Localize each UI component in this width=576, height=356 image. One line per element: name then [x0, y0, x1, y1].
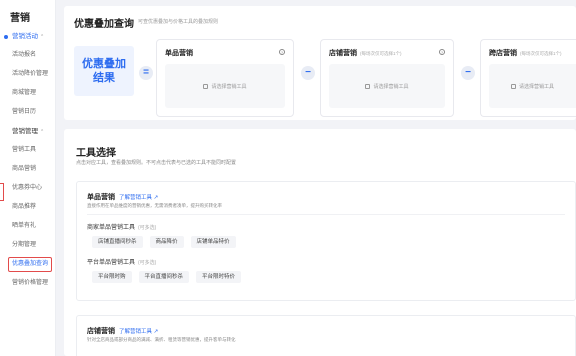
tool-group-title: 店铺营销 了解营销工具 ↗	[87, 328, 159, 335]
chevron-up-icon: ⌃	[40, 34, 45, 40]
main-content: 优惠叠加查询 可查优惠叠加与价格工具的叠加规则 优惠叠加 结果 = 单品营销 ?…	[64, 0, 576, 356]
checkbox-icon	[510, 84, 516, 89]
checkbox-icon	[365, 84, 371, 89]
page-description: 可查优惠叠加与价格工具的叠加规则	[138, 19, 219, 25]
sidebar-item-product-marketing[interactable]: 商品营销	[0, 160, 55, 179]
slot-single-product: 单品营销 ? 请选择营销工具	[156, 39, 294, 117]
chevron-up-icon: ⌃	[40, 129, 45, 135]
result-label-line2: 结果	[93, 72, 115, 84]
sidebar-group-marketing-mgmt[interactable]: 营销管理 ⌃	[0, 122, 55, 141]
slot-title: 店铺营销 (每场次仅可选择1个)	[329, 50, 402, 57]
select-tool-button[interactable]: 请选择营销工具	[165, 64, 285, 108]
stack-query-card: 优惠叠加查询 可查优惠叠加与价格工具的叠加规则 优惠叠加 结果 = 单品营销 ?…	[64, 6, 576, 120]
sidebar-item-discount-stack-query[interactable]: 优惠叠加查询	[8, 257, 52, 272]
slot-store-marketing: 店铺营销 (每场次仅可选择1个) ? 请选择营销工具	[320, 39, 454, 117]
sidebar-item-activity-signup[interactable]: 活动报名	[0, 46, 55, 65]
sidebar-item-marketing-price-mgmt[interactable]: 营销价格管理	[0, 274, 55, 293]
tool-chip[interactable]: 平台直播间秒杀	[138, 271, 190, 283]
tool-group-single-product: 单品营销 了解营销工具 ↗ 直接作用在单品维度的营销优惠，无需消费者凑单，提升购买…	[76, 181, 576, 301]
sidebar-item-mall-mgmt[interactable]: 商城管理	[0, 84, 55, 103]
help-icon[interactable]: ?	[279, 49, 285, 55]
tool-chip[interactable]: 平台限时购	[92, 271, 132, 283]
tool-chip[interactable]: 店铺直播间秒杀	[92, 236, 143, 248]
sidebar-item-product-recommend[interactable]: 商品推荐	[0, 198, 55, 217]
tool-group-description: 直接作用在单品维度的营销优惠，无需消费者凑单，提升购买转化率	[87, 203, 222, 208]
tool-chip[interactable]: 平台限时特价	[196, 271, 242, 283]
sidebar-title: 营销	[10, 13, 30, 24]
tool-group-store-marketing: 店铺营销 了解营销工具 ↗ 针对全店商品或部分商品的满减、满折、租赁等营销优惠，提…	[76, 315, 576, 356]
tool-selection-card: 工具选择 点击对应工具，查看叠加规则。不可点击代表与已选的工具不能同时配置 单品…	[64, 129, 576, 356]
slot-cross-store-marketing: 跨店营销 (每场次仅可选择1个) 请选择营销工具	[480, 39, 576, 117]
external-link-icon: ↗	[153, 329, 159, 335]
learn-tools-link[interactable]: 了解营销工具 ↗	[119, 329, 158, 335]
highlight-marker	[0, 183, 4, 201]
checkbox-icon	[203, 84, 209, 89]
sidebar-item-coupon-center[interactable]: 优惠券中心	[0, 179, 55, 198]
sidebar-item-review-gift[interactable]: 晒单有礼	[0, 217, 55, 236]
stack-result-box: 优惠叠加 结果	[74, 46, 134, 96]
platform-tool-chips: 平台限时购 平台直播间秒杀 平台限时特价	[92, 271, 242, 283]
select-tool-button[interactable]: 请选择营销工具	[489, 64, 576, 108]
sidebar-item-activity-price-mgmt[interactable]: 活动降价管理	[0, 65, 55, 84]
sidebar-item-installment[interactable]: 分期管理	[0, 236, 55, 255]
learn-tools-link[interactable]: 了解营销工具 ↗	[119, 195, 158, 201]
tool-group-title: 单品营销 了解营销工具 ↗	[87, 194, 159, 201]
sidebar-group-marketing-activity[interactable]: 营销活动 ⌃	[0, 27, 55, 46]
page-title: 优惠叠加查询	[74, 19, 134, 30]
sidebar: 营销 营销活动 ⌃ 活动报名 活动降价管理 商城管理 营销日历 营销管理 ⌃ 营销工…	[0, 0, 56, 356]
platform-tools-label: 平台单品营销工具 (可多选)	[87, 260, 157, 266]
help-icon[interactable]: ?	[439, 49, 445, 55]
sidebar-item-marketing-tools[interactable]: 营销工具	[0, 141, 55, 160]
slot-title: 跨店营销 (每场次仅可选择1个)	[489, 50, 562, 57]
select-tool-button[interactable]: 请选择营销工具	[329, 64, 445, 108]
sidebar-item-marketing-calendar[interactable]: 营销日历	[0, 103, 55, 122]
result-label-line1: 优惠叠加	[82, 58, 126, 70]
section-title: 工具选择	[76, 148, 116, 159]
tool-chip[interactable]: 商品降价	[149, 236, 184, 248]
divider	[87, 214, 565, 215]
merchant-tool-chips: 店铺直播间秒杀 商品降价 店铺单品特价	[92, 236, 236, 248]
minus-icon: −	[461, 66, 475, 80]
section-description: 点击对应工具，查看叠加规则。不可点击代表与已选的工具不能同时配置	[76, 160, 237, 166]
merchant-tools-label: 商家单品营销工具 (可多选)	[87, 225, 157, 231]
external-link-icon: ↗	[153, 195, 159, 201]
minus-icon: −	[301, 66, 315, 80]
tool-chip[interactable]: 店铺单品特价	[190, 236, 236, 248]
equals-icon: =	[139, 66, 153, 80]
active-dot-icon	[4, 35, 8, 39]
tool-group-description: 针对全店商品或部分商品的满减、满折、租赁等营销优惠，提升客单与转化	[87, 337, 236, 342]
slot-title: 单品营销	[165, 50, 193, 57]
